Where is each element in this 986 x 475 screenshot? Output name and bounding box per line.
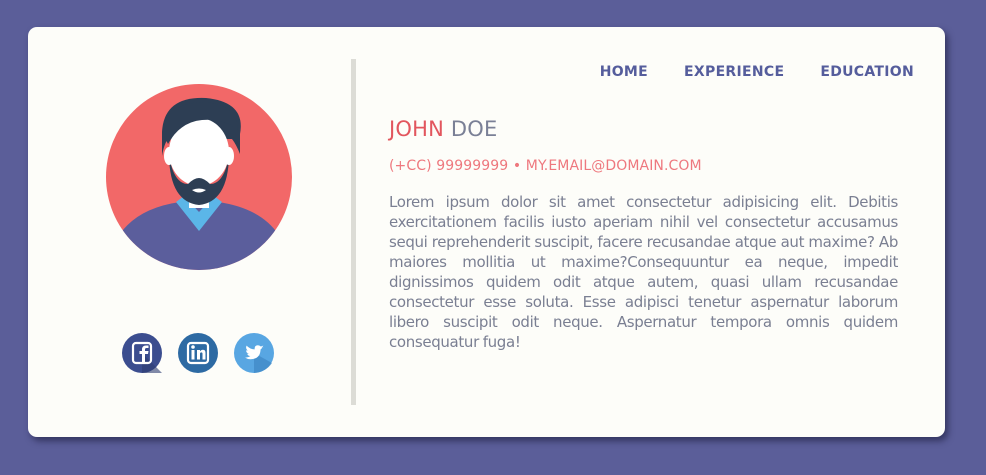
last-name: DOE xyxy=(450,117,498,141)
nav-education[interactable]: EDUCATION xyxy=(820,64,914,80)
facebook-icon[interactable] xyxy=(122,333,162,373)
nav-home[interactable]: HOME xyxy=(600,64,648,80)
linkedin-icon[interactable] xyxy=(178,333,218,373)
nav-experience[interactable]: EXPERIENCE xyxy=(684,64,784,80)
twitter-icon[interactable] xyxy=(234,333,274,373)
profile-name: JOHN DOE xyxy=(389,116,498,142)
bio-text: Lorem ipsum dolor sit amet consectetur a… xyxy=(389,193,898,351)
contact-info: (+CC) 99999999 • MY.EMAIL@DOMAIN.COM xyxy=(389,158,702,174)
top-nav: HOME EXPERIENCE EDUCATION xyxy=(600,64,914,80)
first-name: JOHN xyxy=(389,117,445,141)
avatar xyxy=(106,84,292,270)
profile-card: HOME EXPERIENCE EDUCATION JOHN DOE (+CC)… xyxy=(28,27,945,437)
social-links xyxy=(122,333,282,375)
vertical-divider xyxy=(351,59,356,405)
